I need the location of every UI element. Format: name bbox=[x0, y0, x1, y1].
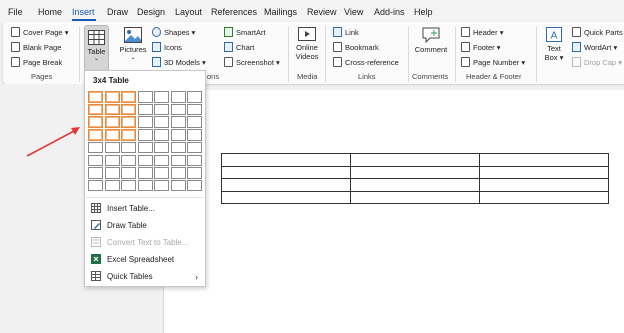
arrow-line bbox=[26, 129, 77, 157]
annotation-arrow bbox=[26, 127, 80, 157]
arrow-head bbox=[71, 127, 80, 135]
